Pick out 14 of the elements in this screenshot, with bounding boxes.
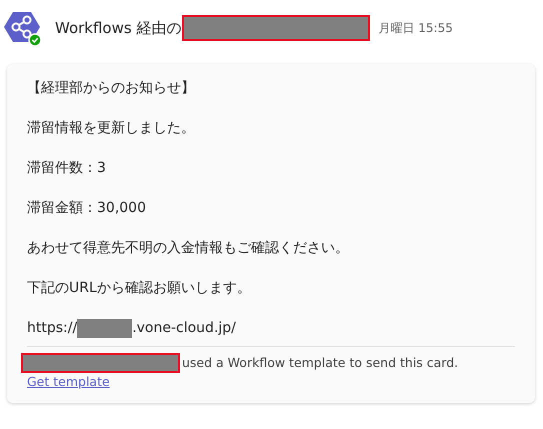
workflow-avatar-icon [4,10,42,46]
footer-text: used a Workflow template to send this card. [182,354,458,372]
redaction-box [77,318,132,338]
url-text: .vone-cloud.jp/ [132,319,236,338]
get-template-link[interactable]: Get template [27,373,110,391]
message-line: 下記のURLから確認お願いします。 [27,279,252,298]
message-line: 滞留金額：30,000 [27,199,147,218]
message-time: 月曜日 15:55 [378,20,453,36]
sender-label: Workflows 経由の [55,18,182,38]
message-line: 滞留件数：3 [27,159,107,178]
message-line: 【経理部からのお知らせ】 [27,79,196,98]
message-line: あわせて得意先不明の入金情報もご確認ください。 [27,239,350,258]
url-text: https:// [27,319,78,338]
message-line: 滞留情報を更新しました。 [27,119,196,138]
